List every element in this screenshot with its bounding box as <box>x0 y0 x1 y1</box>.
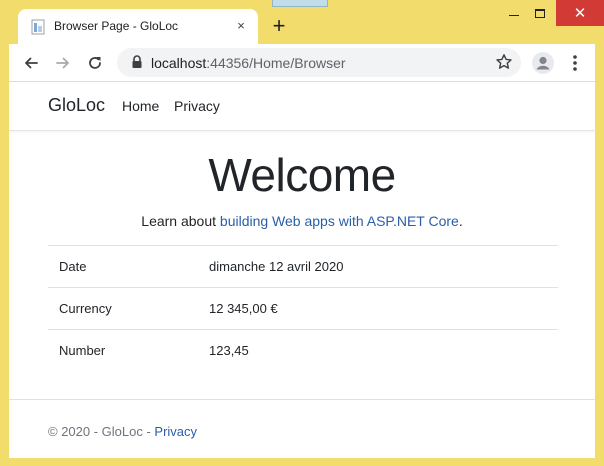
footer-privacy-link[interactable]: Privacy <box>154 424 197 439</box>
web-page: GloLoc Home Privacy Welcome Learn about … <box>9 82 595 458</box>
site-brand-link[interactable]: GloLoc <box>48 95 105 116</box>
window-close-button[interactable]: ✕ <box>556 0 604 26</box>
browser-tab[interactable]: Browser Page - GloLoc × <box>18 9 258 44</box>
browser-toolbar: localhost:44356/Home/Browser <box>9 44 595 82</box>
minimize-icon <box>509 14 519 16</box>
intro-suffix: . <box>458 213 463 229</box>
footer-copyright: © 2020 - GloLoc - <box>48 424 155 439</box>
close-icon: ✕ <box>573 4 587 22</box>
row-value: 12 345,00 € <box>209 287 558 330</box>
url-host: localhost <box>151 55 207 71</box>
tab-title: Browser Page - GloLoc <box>54 19 179 33</box>
table-row: Number 123,45 <box>48 329 558 372</box>
footer-text: © 2020 - GloLoc - Privacy <box>48 424 197 439</box>
star-icon[interactable] <box>495 53 513 71</box>
nav-link-home[interactable]: Home <box>122 98 159 114</box>
table-row: Date dimanche 12 avril 2020 <box>48 245 558 288</box>
forward-arrow-icon <box>56 57 69 69</box>
reload-button[interactable] <box>83 51 107 75</box>
tab-close-icon[interactable]: × <box>233 18 249 34</box>
site-footer: © 2020 - GloLoc - Privacy <box>9 399 595 458</box>
new-tab-button[interactable]: + <box>268 15 290 38</box>
row-value: 123,45 <box>209 329 558 372</box>
page-favicon-icon <box>31 19 45 35</box>
intro-prefix: Learn about <box>141 213 220 229</box>
back-arrow-icon <box>25 57 38 69</box>
reload-icon <box>89 57 101 69</box>
site-navbar: GloLoc Home Privacy <box>9 82 595 131</box>
lock-icon[interactable] <box>131 55 143 69</box>
kebab-menu-icon[interactable] <box>565 51 585 75</box>
row-value: dimanche 12 avril 2020 <box>209 245 558 288</box>
address-bar[interactable]: localhost:44356/Home/Browser <box>117 48 521 77</box>
window-maximize-button[interactable] <box>522 0 558 26</box>
row-label: Number <box>48 329 209 372</box>
window-drag-indicator <box>272 0 328 7</box>
maximize-icon <box>535 8 545 18</box>
table-row: Currency 12 345,00 € <box>48 287 558 330</box>
page-title: Welcome <box>208 149 396 201</box>
nav-link-privacy[interactable]: Privacy <box>174 98 220 114</box>
back-button[interactable] <box>19 51 43 75</box>
url-text[interactable]: localhost:44356/Home/Browser <box>151 55 346 71</box>
url-path: :44356/Home/Browser <box>206 55 346 71</box>
row-label: Currency <box>48 287 209 330</box>
culture-info-table: Date dimanche 12 avril 2020 Currency 12 … <box>48 245 558 372</box>
profile-avatar-icon[interactable] <box>531 51 555 75</box>
row-label: Date <box>48 245 209 288</box>
aspnet-docs-link[interactable]: building Web apps with ASP.NET Core <box>220 213 459 229</box>
tab-strip: Browser Page - GloLoc × + ✕ <box>0 0 604 44</box>
forward-button[interactable] <box>51 51 75 75</box>
intro-text: Learn about building Web apps with ASP.N… <box>9 213 595 229</box>
